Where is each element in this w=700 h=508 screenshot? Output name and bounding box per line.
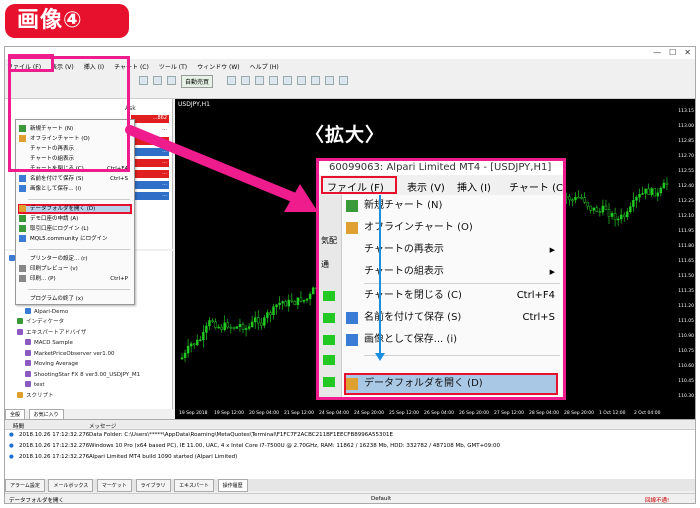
zoom-label: 〈拡大〉 [305,124,386,146]
zoom-arrow-icon [375,195,385,361]
magnified-file-menu: 60099063: Alpari Limited MT4 - [USDJPY,H… [316,158,566,400]
